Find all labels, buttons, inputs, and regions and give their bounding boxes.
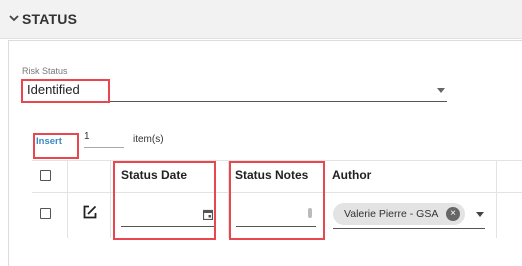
select-all-checkbox[interactable]: [40, 170, 51, 181]
highlight-box-insert: [33, 133, 79, 159]
author-name: Valerie Pierre - GSA: [344, 208, 439, 220]
highlight-box-risk-status: [21, 79, 110, 103]
row-checkbox[interactable]: [40, 208, 51, 219]
chevron-down-icon[interactable]: [9, 13, 19, 23]
author-underline: [333, 228, 485, 229]
column-divider: [67, 160, 68, 238]
author-dropdown-arrow-icon[interactable]: [476, 212, 484, 217]
section-title: STATUS: [22, 11, 78, 27]
remove-author-icon[interactable]: ×: [446, 207, 460, 221]
insert-quantity-input[interactable]: 1: [84, 131, 104, 145]
edit-icon[interactable]: [83, 205, 97, 219]
dropdown-arrow-icon[interactable]: [437, 88, 445, 93]
author-chip[interactable]: Valerie Pierre - GSA ×: [333, 203, 465, 225]
risk-status-label: Risk Status: [22, 66, 68, 76]
status-section-header[interactable]: STATUS: [0, 0, 522, 39]
items-label: item(s): [133, 134, 164, 145]
column-header-author[interactable]: Author: [332, 168, 371, 182]
insert-quantity-underline: [84, 147, 124, 148]
column-divider: [110, 160, 111, 238]
highlight-box-status-date: [113, 161, 216, 240]
highlight-box-status-notes: [229, 161, 325, 240]
column-divider: [496, 160, 497, 238]
